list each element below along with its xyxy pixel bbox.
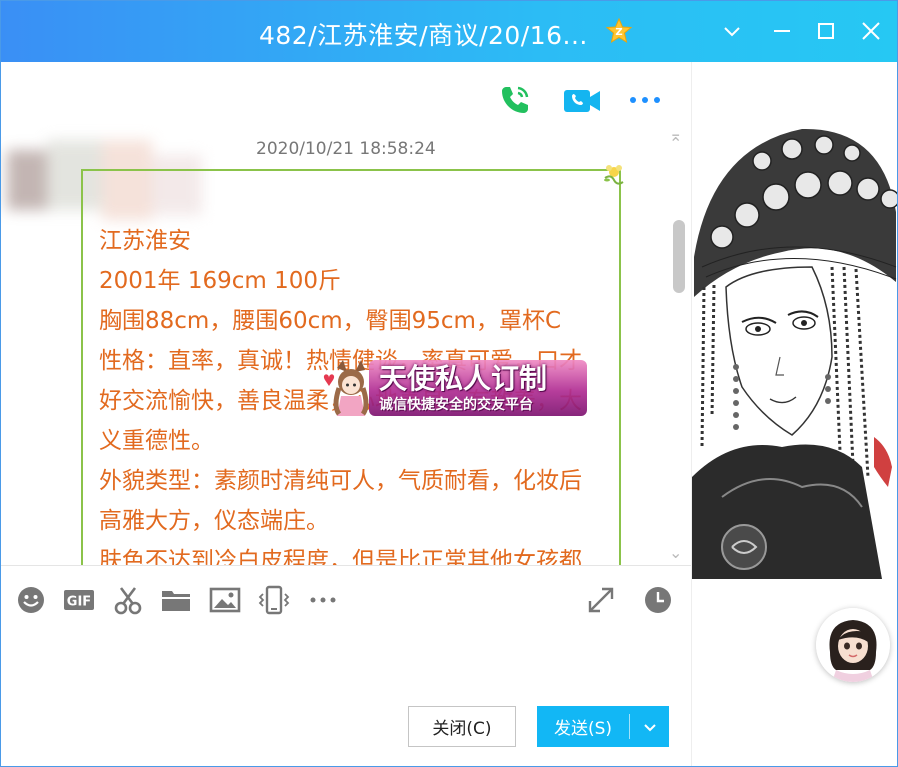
contact-side-panel (691, 62, 897, 766)
input-toolbar: GIF (1, 565, 691, 625)
title-bar[interactable]: 482/江苏淮安/商议/20/16... Z (1, 1, 897, 62)
chat-window: 482/江苏淮安/商议/20/16... Z 2020/10/21 18:58:… (0, 0, 898, 767)
message-line: 义重德性。 (99, 428, 214, 454)
gif-icon-label: GIF (67, 595, 91, 610)
gif-icon[interactable]: GIF (63, 584, 95, 616)
message-input[interactable] (1, 625, 691, 705)
message-line: 胸围88cm，腰围60cm，臀围95cm，罩杯C (99, 308, 562, 334)
message-line: 江苏淮安 (99, 228, 191, 254)
scissors-icon[interactable] (112, 584, 144, 616)
watermark-subtitle: 诚信快捷安全的交友平台 (379, 397, 533, 413)
flower-decoration-icon (604, 165, 624, 185)
send-options-dropdown[interactable] (630, 706, 669, 747)
message-line: 高雅大方，仪态端庄。 (99, 508, 329, 534)
more-icon[interactable] (307, 584, 339, 616)
chat-panel: 2020/10/21 18:58:24 ⌅ ⌄ 江苏淮安 2001年 169cm… (1, 62, 691, 766)
window-title: 482/江苏淮安/商议/20/16... (259, 21, 588, 50)
message-line: 肤色不达到冷白皮程度，但是比正常其他女孩都 (99, 548, 582, 566)
scroll-up-icon[interactable]: ⌅ (669, 126, 682, 145)
maximize-icon[interactable] (811, 16, 841, 46)
watermark-title: 天使私人订制 (379, 362, 548, 395)
emoji-icon[interactable] (15, 584, 47, 616)
message-timestamp: 2020/10/21 18:58:24 (256, 139, 436, 159)
folder-icon[interactable] (160, 584, 192, 616)
svg-text:Z: Z (615, 27, 622, 38)
scrollbar-thumb[interactable] (673, 220, 685, 293)
chevron-down-icon (643, 723, 656, 731)
expand-icon[interactable] (585, 584, 617, 616)
contact-show-illustration (692, 117, 897, 579)
scroll-down-icon[interactable]: ⌄ (669, 543, 682, 562)
qq-vip-star-icon[interactable]: Z (605, 17, 633, 45)
avatar-girl-icon (816, 608, 890, 682)
send-button[interactable]: 发送(S) (537, 706, 669, 747)
image-icon[interactable] (209, 584, 241, 616)
minimize-icon[interactable] (767, 16, 797, 46)
watermark-overlay: 天使私人订制 诚信快捷安全的交友平台 (319, 354, 589, 420)
cartoon-girl-icon (323, 360, 369, 416)
shake-icon[interactable] (258, 584, 290, 616)
send-button-label: 发送(S) (553, 719, 613, 739)
video-call-icon[interactable] (562, 82, 602, 118)
phone-call-icon[interactable] (497, 82, 533, 118)
more-icon[interactable] (627, 82, 663, 118)
contact-avatar[interactable] (816, 608, 890, 682)
chevron-down-icon[interactable] (717, 16, 747, 46)
message-line: 外貌类型：素颜时清纯可人，气质耐看，化妆后 (99, 468, 582, 494)
message-line: 2001年 169cm 100斤 (99, 268, 342, 294)
close-icon[interactable] (856, 16, 886, 46)
close-button[interactable]: 关闭(C) (408, 706, 516, 747)
history-clock-icon[interactable] (642, 584, 674, 616)
